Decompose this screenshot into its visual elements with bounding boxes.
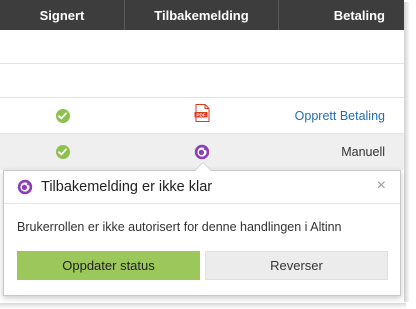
table-header: Signert Tilbakemelding Betaling [0,0,404,30]
svg-text:PDF: PDF [196,113,205,118]
tilbakemelding-cell [125,64,279,97]
popover-header: Tilbakemelding er ikke klar × [4,171,400,204]
signert-cell [0,98,125,133]
betaling-cell: Opprett Betaling [279,98,404,133]
table-row [0,30,404,64]
betaling-value: Manuell [341,145,385,159]
close-icon[interactable]: × [377,178,386,194]
column-header-betaling[interactable]: Betaling [279,0,404,30]
betaling-cell: Manuell [279,134,404,170]
popover-title: Tilbakemelding er ikke klar [41,179,213,195]
tilbakemelding-cell [125,30,279,63]
popover-arrow [195,163,211,171]
column-header-signert[interactable]: Signert [0,0,125,30]
betaling-cell [279,30,404,63]
status-pending-icon[interactable] [194,144,210,160]
signert-cell [0,134,125,170]
betaling-cell [279,64,404,97]
table-row: PDF Opprett Betaling [0,98,404,134]
frame-shadow [0,303,406,309]
table-row [0,64,404,98]
tilbakemelding-cell: PDF [125,98,279,133]
frame-shadow [404,2,410,302]
popover-message: Brukerrollen er ikke autorisert for denn… [17,220,342,234]
check-icon [55,108,70,123]
status-popover: Tilbakemelding er ikke klar × Brukerroll… [3,162,401,296]
opprett-betaling-link[interactable]: Opprett Betaling [295,109,385,123]
signert-cell [0,64,125,97]
reverser-button[interactable]: Reverser [205,251,388,280]
status-pending-icon [17,179,33,195]
pdf-icon[interactable]: PDF [194,104,210,127]
oppdater-status-button[interactable]: Oppdater status [17,251,200,280]
signert-cell [0,30,125,63]
check-icon [55,145,70,159]
column-header-tilbakemelding[interactable]: Tilbakemelding [125,0,279,30]
